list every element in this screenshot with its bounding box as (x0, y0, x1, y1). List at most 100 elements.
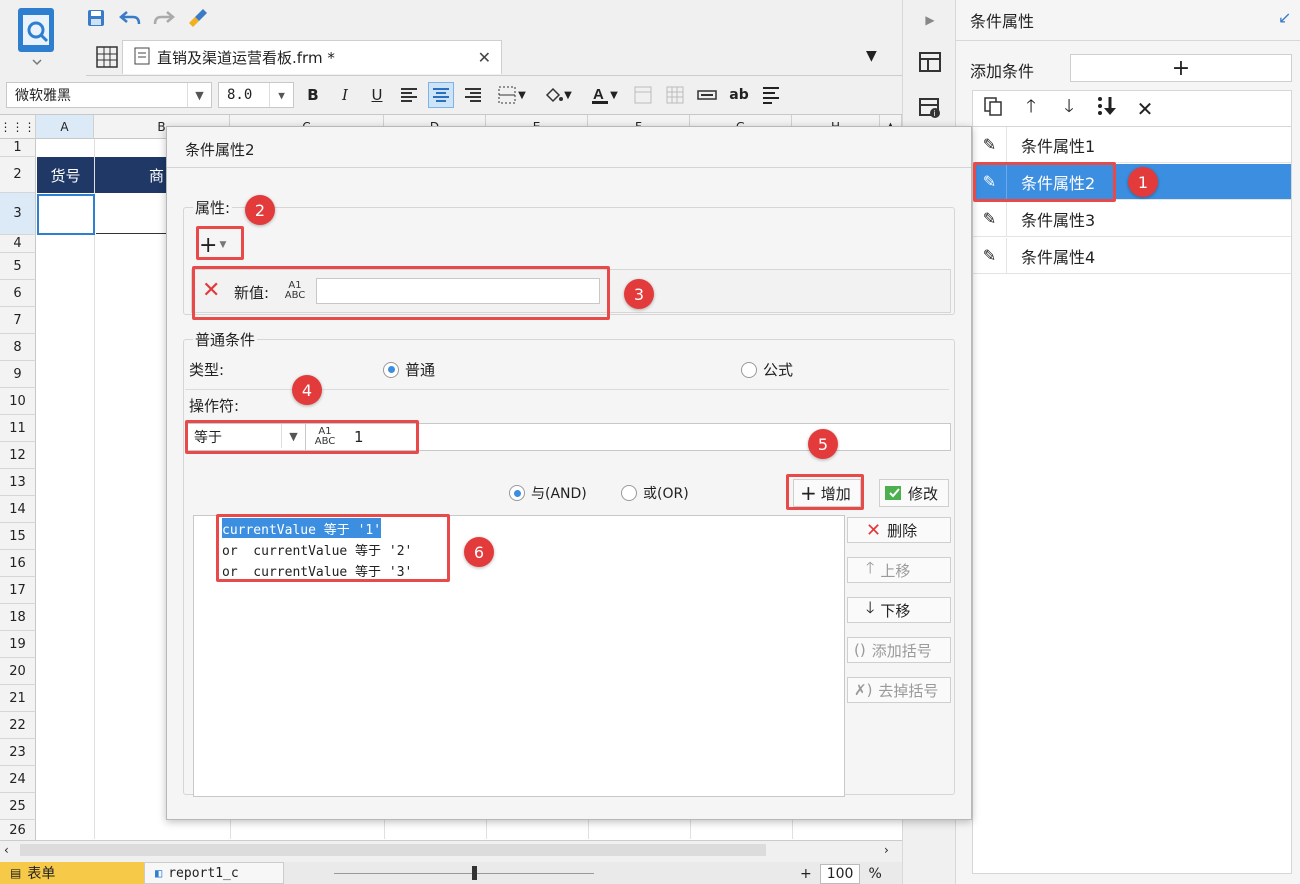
row-header[interactable]: 22 (0, 712, 36, 739)
italic-button[interactable]: I (332, 82, 358, 108)
sheet-tab-form[interactable]: ▤ 表单 (0, 862, 144, 884)
zoom-slider[interactable] (334, 865, 594, 880)
grid-icon[interactable] (96, 46, 118, 73)
row-header[interactable]: 9 (0, 361, 36, 388)
format-painter-icon[interactable] (186, 6, 210, 30)
annotation-badge: 5 (808, 429, 838, 459)
row-header[interactable]: 4 (0, 235, 36, 253)
merge-cells-icon[interactable] (630, 82, 656, 108)
row-header[interactable]: 2 (0, 157, 36, 193)
scroll-left-icon[interactable]: ‹ (4, 843, 9, 857)
table-header-cell[interactable]: 货号 (37, 157, 94, 193)
row-header[interactable]: 20 (0, 658, 36, 685)
row-header[interactable]: 11 (0, 415, 36, 442)
align-right-icon[interactable] (460, 82, 486, 108)
row-header[interactable]: 5 (0, 253, 36, 280)
form-sheet-icon: ▤ (10, 866, 22, 880)
condition-item-1[interactable]: ✎ 条件属性1 (973, 126, 1291, 163)
row-header[interactable]: 8 (0, 334, 36, 361)
file-tab[interactable]: 直销及渠道运营看板.frm * ✕ (122, 40, 502, 74)
remove-bracket-button[interactable]: ✗) 去掉括号 (847, 677, 951, 703)
row-header[interactable]: 10 (0, 388, 36, 415)
scroll-right-icon[interactable]: › (884, 843, 889, 857)
border-icon[interactable]: ▼ (492, 82, 532, 108)
insert-field-icon[interactable] (694, 82, 720, 108)
row-header[interactable]: 21 (0, 685, 36, 712)
type-label: 类型: (189, 361, 225, 379)
expand-arrow-icon[interactable]: ▶ (916, 6, 944, 34)
logic-and-radio[interactable]: 与(AND) (509, 483, 587, 503)
font-size-select[interactable]: 8.0 ▼ (218, 82, 294, 108)
save-icon[interactable] (84, 6, 108, 30)
redo-icon[interactable] (152, 6, 176, 30)
row-header[interactable]: 12 (0, 442, 36, 469)
sheet-tab-report[interactable]: ◧ report1_c (144, 862, 284, 884)
bold-button[interactable]: B (300, 82, 326, 108)
condition-attr-icon[interactable]: i (916, 94, 944, 122)
tab-menu-icon[interactable]: ▼ (866, 48, 877, 64)
row-header[interactable]: 23 (0, 739, 36, 766)
underline-button[interactable]: U (364, 82, 390, 108)
button-label: 去掉括号 (878, 681, 939, 700)
modify-button[interactable]: 修改 (879, 479, 949, 507)
zoom-slider-thumb[interactable] (472, 865, 477, 880)
row-header[interactable]: 6 (0, 280, 36, 307)
type-formula-radio[interactable]: 公式 (741, 359, 793, 380)
logic-or-radio[interactable]: 或(OR) (621, 483, 689, 503)
row-header[interactable]: 3 (0, 193, 36, 235)
column-header[interactable]: A (36, 115, 94, 139)
condition-item-4[interactable]: ✎ 条件属性4 (973, 237, 1291, 274)
selected-cell[interactable] (37, 194, 95, 235)
horizontal-scrollbar[interactable]: ‹ › (0, 840, 902, 860)
add-bracket-button[interactable]: () 添加括号 (847, 637, 951, 663)
copy-icon[interactable] (981, 96, 1005, 121)
move-up-icon[interactable]: 🡑 (1019, 94, 1043, 124)
row-header[interactable]: 13 (0, 469, 36, 496)
row-header[interactable]: 1 (0, 139, 36, 157)
text-align-icon[interactable] (758, 82, 784, 108)
highlight-box (216, 514, 450, 582)
zoom-in-icon[interactable]: + (800, 866, 812, 882)
row-header[interactable]: 17 (0, 577, 36, 604)
condition-list-toolbar: 🡑 🡓 ✕ (972, 90, 1292, 126)
row-header[interactable]: 19 (0, 631, 36, 658)
select-all-corner[interactable]: ⋮⋮⋮ (0, 115, 36, 139)
app-logo-icon[interactable] (14, 6, 60, 68)
row-header[interactable]: 16 (0, 550, 36, 577)
annotation-badge: 6 (464, 537, 494, 567)
undo-icon[interactable] (118, 6, 142, 30)
move-down-button[interactable]: 🡓 下移 (847, 597, 951, 623)
row-header[interactable]: 18 (0, 604, 36, 631)
align-left-icon[interactable] (396, 82, 422, 108)
scroll-thumb[interactable] (20, 844, 766, 856)
split-cells-icon[interactable] (662, 82, 688, 108)
collapse-arrow-icon[interactable]: ↙ (1278, 8, 1291, 27)
close-icon[interactable]: ✕ (478, 48, 491, 67)
cell-attr-icon[interactable] (916, 48, 944, 76)
font-color-icon[interactable]: A ▼ (584, 82, 624, 108)
condition-item-label: 条件属性1 (1021, 136, 1096, 156)
move-bottom-icon[interactable] (1095, 95, 1119, 122)
pencil-icon: ✎ (973, 237, 1007, 274)
font-name-select[interactable]: 微软雅黑 ▼ (6, 82, 212, 108)
row-header[interactable]: 26 (0, 820, 36, 840)
delete-rule-button[interactable]: ✕ 删除 (847, 517, 951, 543)
highlight-box (185, 420, 419, 454)
row-header[interactable]: 24 (0, 766, 36, 793)
row-header[interactable]: 25 (0, 793, 36, 820)
chevron-down-icon: ▼ (187, 83, 211, 107)
fill-color-icon[interactable]: ▼ (538, 82, 578, 108)
text-wrap-button[interactable]: ab (726, 82, 752, 108)
condition-dialog: 条件属性2 属性: + ▼ ✕ 新值: A1 ABC 普通条件 类型: 普通 公式 … (166, 126, 972, 820)
delete-icon[interactable]: ✕ (1133, 97, 1157, 121)
move-down-icon[interactable]: 🡓 (1057, 94, 1081, 124)
move-up-button[interactable]: 🡑 上移 (847, 557, 951, 583)
add-condition-button[interactable]: + (1070, 54, 1292, 82)
type-normal-radio[interactable]: 普通 (383, 359, 435, 380)
row-header[interactable]: 7 (0, 307, 36, 334)
align-center-icon[interactable] (428, 82, 454, 108)
row-header[interactable]: 15 (0, 523, 36, 550)
condition-item-3[interactable]: ✎ 条件属性3 (973, 200, 1291, 237)
row-header[interactable]: 14 (0, 496, 36, 523)
zoom-value[interactable]: 100 (819, 864, 861, 884)
